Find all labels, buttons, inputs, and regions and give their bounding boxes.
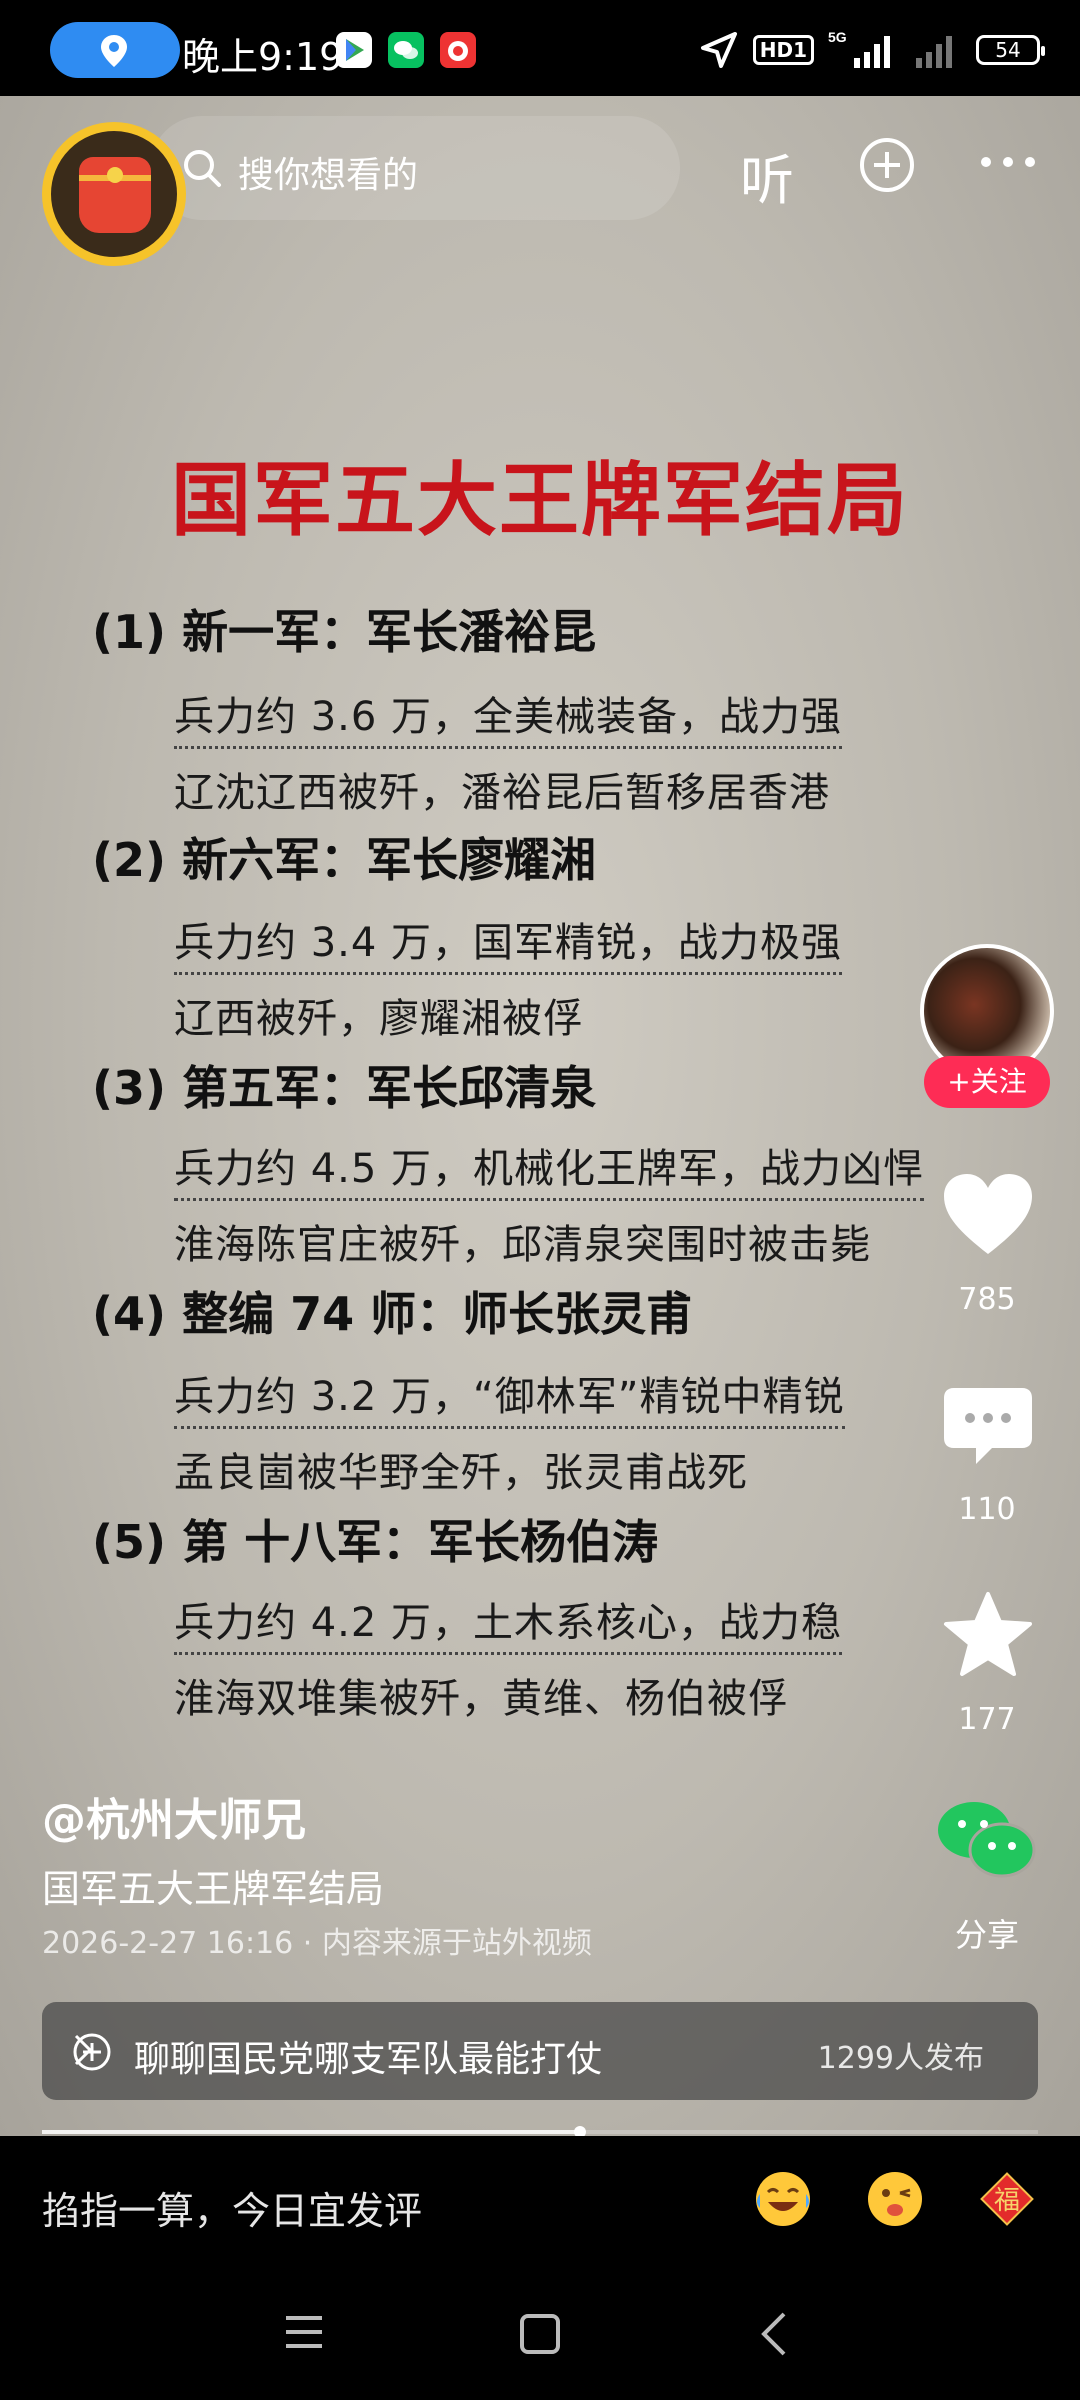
play-store-notification-icon (336, 32, 372, 68)
entry-outcome: 淮海双堆集被歼，黄维、杨伯被俘 (174, 1676, 789, 1722)
system-nav-bar (0, 2268, 1080, 2400)
favorite-count: 177 (958, 1702, 1016, 1737)
entry-heading: (2) 新六军：军长廖耀湘 (92, 833, 597, 887)
post-meta: 2026-2-27 16:16 · 内容来源于站外视频 (42, 1926, 592, 1961)
comment-bar: 掐指一算，今日宜发评 福 (0, 2136, 1080, 2268)
topic-count: 1299人发布 (817, 2041, 984, 2076)
topic-text: 聊聊国民党哪支军队最能打仗 (134, 2039, 603, 2080)
wechat-share-icon[interactable] (934, 1796, 1040, 1882)
entry-heading: (5) 第 十八军：军长杨伯涛 (92, 1515, 659, 1569)
progress-knob[interactable] (573, 2126, 586, 2136)
winking-tongue-emoji-icon[interactable] (864, 2168, 926, 2230)
more-icon[interactable] (978, 152, 1038, 172)
red-packet-icon[interactable] (42, 122, 186, 266)
topic-bar[interactable]: 聊聊国民党哪支军队最能打仗 1299人发布 (42, 2002, 1038, 2100)
laughing-crying-emoji-icon[interactable] (752, 2168, 814, 2230)
video-player[interactable]: 搜你想看的 听 国军五大王牌军结局 (1) 新一军：军长潘裕昆 兵力约 3.6 … (0, 96, 1080, 2136)
entry-heading: (1) 新一军：军长潘裕昆 (92, 605, 597, 659)
hd-badge: HD1 (752, 35, 814, 65)
comment-input[interactable]: 掐指一算，今日宜发评 (42, 2180, 422, 2235)
svg-text:福: 福 (994, 2186, 1020, 2216)
entry-outcome: 淮海陈官庄被歼，邱清泉突围时被击毙 (174, 1222, 871, 1268)
battery-icon: 54 (976, 35, 1045, 65)
follow-button[interactable]: +关注 (924, 1056, 1050, 1108)
entry-heading: (4) 整编 74 师：师长张灵甫 (92, 1287, 693, 1341)
playback-progress[interactable] (42, 2126, 1038, 2136)
status-icons: HD1 5G 54 (699, 24, 1045, 76)
entry-detail: 兵力约 4.2 万，土木系核心，战力稳 (174, 1590, 843, 1655)
listen-button[interactable]: 听 (740, 136, 794, 215)
entry-outcome: 孟良崮被华野全歼，张灵甫战死 (174, 1450, 748, 1496)
clock: 晚上9:19 (182, 35, 344, 79)
entry-detail: 兵力约 3.2 万，“御林军”精锐中精锐 (174, 1364, 845, 1429)
signal-5g-icon: 5G (828, 29, 890, 68)
status-bar: 晚上9:19 HD1 5G 54 (0, 0, 1080, 96)
back-icon[interactable] (758, 2310, 790, 2358)
fu-red-diamond-emoji-icon[interactable]: 福 (976, 2168, 1038, 2230)
progress-fill (42, 2130, 580, 2134)
top-bar: 搜你想看的 听 (0, 96, 1080, 266)
comment-count: 110 (958, 1492, 1016, 1527)
search-icon (184, 150, 221, 187)
post-description: 国军五大王牌军结局 (42, 1867, 385, 1911)
home-icon[interactable] (518, 2312, 562, 2356)
location-pin-icon (101, 35, 127, 67)
location-pill[interactable] (50, 22, 180, 78)
video-text-title: 国军五大王牌军结局 (171, 454, 909, 547)
menu-icon[interactable] (282, 2312, 326, 2352)
chevron-right-icon (74, 2034, 93, 2066)
add-circle-icon[interactable] (858, 136, 916, 194)
entry-detail: 兵力约 3.4 万，国军精锐，战力极强 (174, 910, 843, 975)
red-packet-bag (79, 157, 151, 233)
entry-outcome: 辽西被歼，廖耀湘被俘 (174, 996, 584, 1042)
svg-text:5G: 5G (828, 29, 847, 45)
entry-detail: 兵力约 3.6 万，全美械装备，战力强 (174, 684, 843, 749)
share-label: 分享 (954, 1916, 1019, 1954)
like-count: 785 (958, 1282, 1016, 1317)
like-heart-icon[interactable] (940, 1170, 1036, 1260)
search-placeholder: 搜你想看的 (238, 155, 419, 196)
entry-outcome: 辽沈辽西被歼，潘裕昆后暂移居香港 (174, 770, 830, 816)
author-name[interactable]: @杭州大师兄 (42, 1784, 306, 1848)
wechat-notification-icon (388, 32, 424, 68)
entry-detail: 兵力约 4.5 万，机械化王牌军，战力凶悍 (174, 1136, 925, 1201)
comment-icon[interactable] (940, 1382, 1036, 1472)
favorite-star-icon[interactable] (942, 1590, 1034, 1680)
signal-weak-icon (916, 36, 952, 68)
search-box[interactable]: 搜你想看的 (150, 116, 680, 220)
entry-heading: (3) 第五军：军长邱清泉 (92, 1061, 597, 1115)
navigation-arrow-icon (700, 32, 737, 68)
app-notification-icon (440, 32, 476, 68)
